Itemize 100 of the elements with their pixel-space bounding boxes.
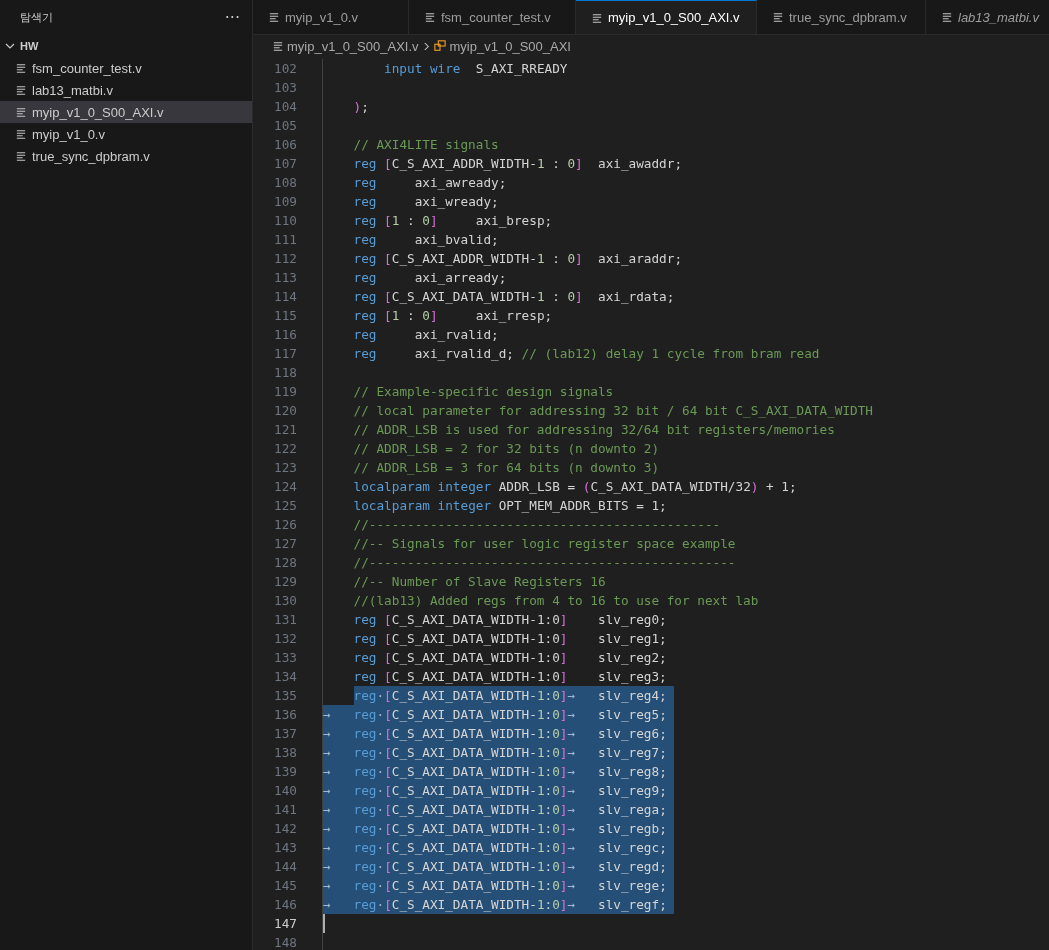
whitespace-marker: · — [376, 838, 385, 857]
code-text: : — [406, 212, 416, 230]
keyword: reg — [353, 326, 377, 344]
code-text: C_S_AXI_DATA_WIDTH-1:0 — [391, 611, 560, 629]
keyword: reg — [353, 269, 377, 287]
keyword: reg — [353, 781, 377, 800]
keyword: reg — [353, 250, 378, 268]
whitespace-marker: · — [376, 876, 385, 895]
code-text: : — [406, 307, 416, 325]
code-comment: //(lab13) Added regs from 4 to 16 to use for next lab — [353, 592, 759, 610]
line-number: 121 — [273, 421, 298, 439]
whitespace-marker: → — [567, 838, 576, 857]
bracket: [ — [384, 288, 392, 306]
code-text: slv_reg8; — [575, 762, 667, 781]
code-text: : — [544, 800, 553, 819]
code-text: : — [544, 857, 553, 876]
number-literal: 1 — [536, 762, 545, 781]
whitespace-marker: → — [567, 857, 576, 876]
file-item[interactable]: true_sync_dpbram.v — [0, 145, 252, 167]
whitespace-marker: → — [323, 743, 354, 762]
whitespace-marker: → — [567, 819, 576, 838]
number-literal: 0 — [552, 686, 560, 705]
editor-tab[interactable]: lab13_matbi.v — [926, 0, 1049, 34]
line-number: 123 — [273, 459, 298, 477]
bracket: [ — [384, 800, 392, 819]
more-actions-button[interactable]: ··· — [224, 9, 240, 26]
folder-header[interactable]: HW — [0, 35, 252, 57]
code-comment: // AXI4LITE signals — [353, 136, 499, 154]
bracket: [ — [384, 668, 392, 686]
bracket: [ — [384, 155, 392, 173]
line-number: 140 — [273, 782, 298, 800]
number-literal: 1 — [536, 743, 545, 762]
bracket: ] — [559, 705, 568, 724]
text-file-icon — [16, 129, 26, 139]
number-literal: 0 — [552, 762, 560, 781]
code-text: OPT_MEM_ADDR_BITS = 1; — [497, 497, 667, 515]
keyword: input — [384, 60, 424, 78]
code-text: C_S_AXI_DATA_WIDTH-1:0 — [391, 668, 560, 686]
breadcrumb-item[interactable]: myip_v1_0_S00_AXI.v — [287, 38, 419, 54]
code-text: C_S_AXI_DATA_WIDTH-1:0 — [391, 630, 560, 648]
keyword: reg — [353, 705, 377, 724]
file-item[interactable]: myip_v1_0.v — [0, 123, 252, 145]
whitespace-marker: · — [376, 857, 385, 876]
keyword: reg — [353, 212, 378, 230]
whitespace-marker: → — [323, 724, 354, 743]
code-text: C_S_AXI_DATA_WIDTH- — [391, 743, 537, 762]
bracket: ] — [575, 288, 583, 306]
number-literal: 1 — [536, 250, 545, 268]
editor-tab[interactable]: myip_v1_0.v — [253, 0, 409, 34]
line-number: 117 — [273, 345, 298, 363]
code-comment: //-- Signals for user logic register space example — [353, 535, 736, 553]
code-text: C_S_AXI_DATA_WIDTH- — [391, 838, 537, 857]
number-literal: 0 — [552, 743, 560, 762]
code-text: slv_reg9; — [575, 781, 667, 800]
keyword: reg — [353, 231, 377, 249]
whitespace-marker: → — [323, 819, 354, 838]
file-item[interactable]: myip_v1_0_S00_AXI.v — [0, 101, 252, 123]
code-text: axi_wready; — [413, 193, 499, 211]
code-text: axi_bvalid; — [413, 231, 499, 249]
text-file-icon — [16, 151, 26, 161]
code-text: axi_bresp; — [474, 212, 553, 230]
line-number: 102 — [273, 60, 298, 78]
editor-tab[interactable]: true_sync_dpbram.v — [757, 0, 926, 34]
code-comment: //-- Number of Slave Registers 16 — [353, 573, 606, 591]
number-literal: 0 — [422, 307, 430, 325]
keyword: reg — [353, 819, 377, 838]
code-text: C_S_AXI_ADDR_WIDTH- — [391, 155, 537, 173]
number-literal: 0 — [567, 155, 576, 173]
whitespace-marker: → — [323, 876, 354, 895]
bracket: ] — [559, 743, 568, 762]
bracket: ] — [559, 724, 568, 743]
code-text: C_S_AXI_DATA_WIDTH- — [391, 819, 537, 838]
whitespace-marker: · — [376, 743, 385, 762]
whitespace-marker: → — [567, 895, 576, 914]
code-text: axi_araddr; — [597, 250, 683, 268]
bracket: ] — [559, 762, 568, 781]
code-text: slv_rege; — [575, 876, 667, 895]
number-literal: 1 — [536, 838, 545, 857]
editor-tab[interactable]: myip_v1_0_S00_AXI.v — [576, 0, 757, 34]
code-text: slv_rega; — [575, 800, 667, 819]
code-text: ; — [361, 98, 369, 116]
line-number: 108 — [273, 174, 298, 192]
whitespace-marker: → — [567, 743, 576, 762]
whitespace-marker: → — [323, 762, 354, 781]
code-text: slv_reg5; — [575, 705, 667, 724]
number-literal: 0 — [552, 781, 560, 800]
breadcrumb-item[interactable]: myip_v1_0_S00_AXI — [449, 38, 571, 54]
chevron-right-icon — [422, 40, 430, 52]
bracket: [ — [384, 630, 392, 648]
bracket: [ — [384, 705, 392, 724]
bracket: ] — [559, 819, 568, 838]
whitespace-marker: → — [323, 895, 354, 914]
keyword: integer — [437, 478, 492, 496]
code-text: : — [544, 876, 553, 895]
bracket: [ — [384, 895, 392, 914]
bracket: [ — [384, 838, 392, 857]
file-item[interactable]: fsm_counter_test.v — [0, 57, 252, 79]
line-number: 130 — [273, 592, 298, 610]
line-number: 107 — [273, 155, 298, 173]
file-item[interactable]: lab13_matbi.v — [0, 79, 252, 101]
